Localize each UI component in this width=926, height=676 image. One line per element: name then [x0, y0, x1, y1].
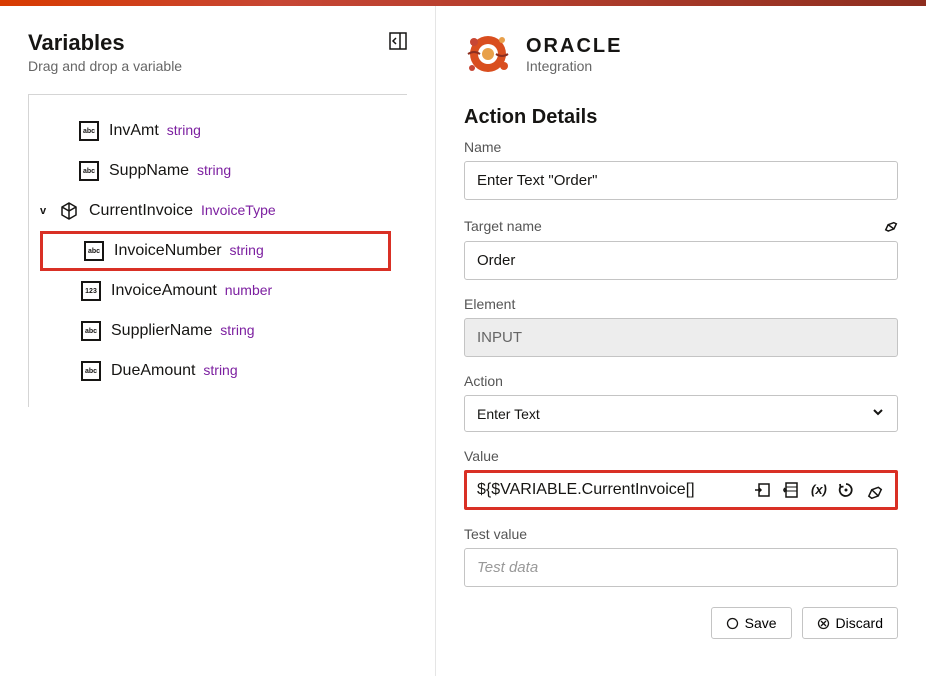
value-input-row: ${$VARIABLE.CurrentInvoice[] (x) [464, 470, 898, 510]
test-value-input[interactable] [464, 548, 898, 587]
collapse-panel-icon[interactable] [389, 32, 407, 50]
tree-item-invoicenumber[interactable]: abc InvoiceNumber string [40, 231, 391, 271]
test-value-label: Test value [464, 526, 898, 542]
erase-icon[interactable] [882, 216, 898, 235]
target-name-input[interactable] [464, 241, 898, 280]
action-select-value: Enter Text [477, 406, 540, 422]
name-label: Name [464, 139, 898, 155]
tree-item-label: SupplierName [111, 322, 212, 339]
string-type-icon: abc [79, 161, 99, 181]
tree-item-type: string [167, 122, 201, 138]
tree-item-label: CurrentInvoice [89, 202, 193, 219]
data-table-icon[interactable] [779, 479, 801, 501]
tree-item-label: SuppName [109, 162, 189, 179]
string-type-icon: abc [81, 321, 101, 341]
element-label: Element [464, 296, 898, 312]
tree-item-type: string [230, 242, 264, 258]
target-name-label: Target name [464, 216, 898, 235]
variables-tree: abc InvAmt string abc SuppName string v … [28, 94, 407, 407]
main-container: Variables Drag and drop a variable abc I… [0, 6, 926, 676]
string-type-icon: abc [79, 121, 99, 141]
brand-name: ORACLE [526, 35, 622, 58]
brand-text: ORACLE Integration [526, 35, 622, 74]
action-details-panel: ORACLE Integration Action Details Name T… [436, 6, 926, 676]
tree-item-label: DueAmount [111, 362, 196, 379]
value-label: Value [464, 448, 898, 464]
action-label: Action [464, 373, 898, 389]
discard-circle-icon [817, 617, 830, 630]
tree-item-type: InvoiceType [201, 202, 276, 218]
element-input [464, 318, 898, 357]
tree-item-type: number [225, 282, 272, 298]
number-type-icon: 123 [81, 281, 101, 301]
variables-panel: Variables Drag and drop a variable abc I… [0, 6, 436, 676]
tree-item-suppname[interactable]: abc SuppName string [37, 151, 399, 191]
string-type-icon: abc [84, 241, 104, 261]
variables-title: Variables [28, 30, 407, 56]
tree-item-type: string [220, 322, 254, 338]
discard-button[interactable]: Discard [802, 607, 898, 639]
name-input[interactable] [464, 161, 898, 200]
refresh-icon[interactable] [835, 479, 857, 501]
action-select[interactable]: Enter Text [464, 395, 898, 432]
erase-value-icon[interactable] [863, 479, 885, 501]
expression-fx-icon[interactable]: (x) [807, 479, 829, 501]
chevron-down-icon [871, 405, 885, 422]
save-circle-icon [726, 617, 739, 630]
svg-text:(x): (x) [811, 482, 827, 497]
brand-subtitle: Integration [526, 58, 622, 74]
insert-variable-icon[interactable] [751, 479, 773, 501]
tree-item-type: string [203, 362, 237, 378]
action-buttons: Save Discard [464, 607, 898, 639]
save-button[interactable]: Save [711, 607, 792, 639]
variables-subtitle: Drag and drop a variable [28, 58, 407, 74]
tree-item-dueamount[interactable]: abc DueAmount string [37, 351, 399, 391]
string-type-icon: abc [81, 361, 101, 381]
section-title: Action Details [464, 106, 898, 129]
tree-item-type: string [197, 162, 231, 178]
oracle-logo-icon [464, 30, 512, 78]
brand-logo-area: ORACLE Integration [464, 30, 898, 78]
expand-toggle-icon[interactable]: v [37, 205, 49, 217]
tree-item-label: InvAmt [109, 122, 159, 139]
tree-item-invamt[interactable]: abc InvAmt string [37, 111, 399, 151]
tree-item-currentinvoice[interactable]: v CurrentInvoice InvoiceType [37, 191, 399, 231]
value-input[interactable]: ${$VARIABLE.CurrentInvoice[] [477, 481, 745, 499]
tree-item-invoiceamount[interactable]: 123 InvoiceAmount number [37, 271, 399, 311]
tree-item-suppliername[interactable]: abc SupplierName string [37, 311, 399, 351]
tree-item-label: InvoiceAmount [111, 282, 217, 299]
tree-item-label: InvoiceNumber [114, 242, 222, 259]
object-type-icon [59, 201, 79, 221]
